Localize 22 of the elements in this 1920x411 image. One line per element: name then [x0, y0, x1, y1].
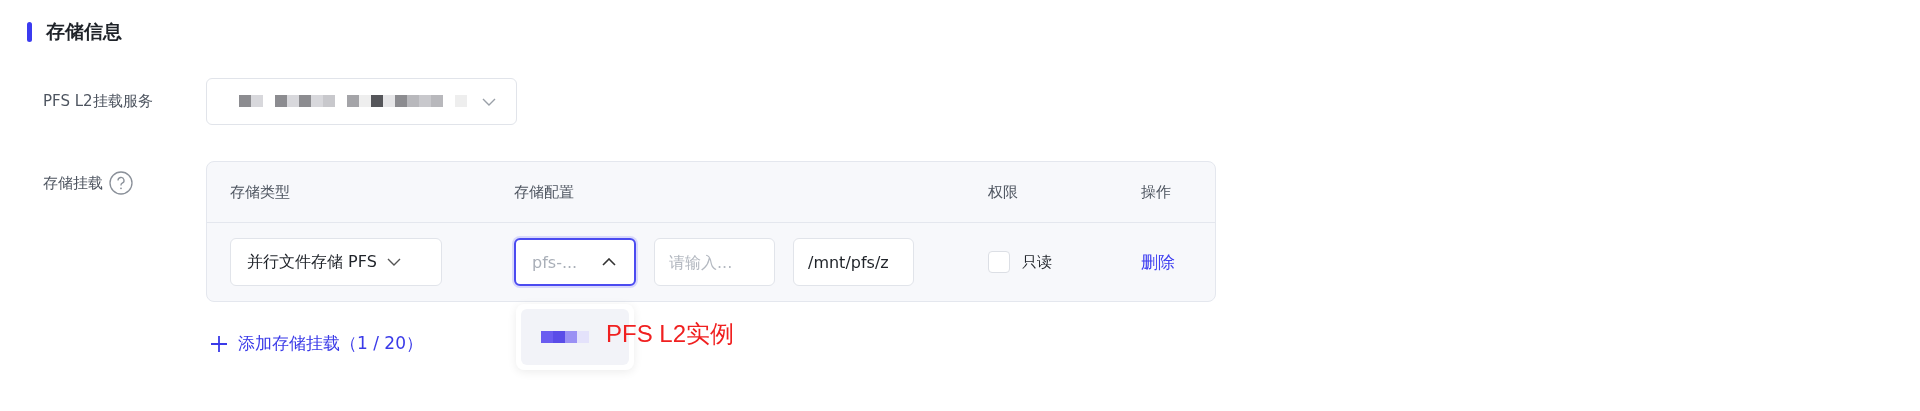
column-header: 权限 — [988, 182, 1019, 202]
path-field[interactable]: /mnt/pfs/z — [793, 238, 914, 286]
column-header: 操作 — [1141, 182, 1172, 202]
mount-service-select[interactable] — [206, 78, 517, 125]
title-accent-bar — [27, 22, 32, 42]
plus-icon — [210, 334, 228, 353]
checkbox-label: 只读 — [1022, 252, 1052, 272]
delete-link[interactable]: 删除 — [1141, 250, 1175, 274]
chevron-up-icon — [602, 258, 616, 266]
help-icon[interactable] — [109, 171, 133, 195]
chevron-down-icon — [482, 97, 496, 106]
annotation-text: PFS L2实例 — [606, 319, 735, 349]
form-label: 存储挂载 — [42, 173, 103, 194]
column-header: 存储类型 — [230, 182, 291, 202]
add-mount-link[interactable]: 添加存储挂载（1 / 20） — [210, 332, 423, 355]
readonly-checkbox[interactable] — [988, 251, 1010, 273]
column-header: 存储配置 — [514, 182, 575, 202]
storage-type-select[interactable]: 并行文件存储 PFS — [230, 238, 442, 286]
section-title: 存储信息 — [46, 19, 122, 44]
form-label: PFS L2挂载服务 — [42, 91, 154, 112]
input-field[interactable]: 请输入... — [654, 238, 775, 286]
chevron-down-icon — [386, 258, 401, 266]
